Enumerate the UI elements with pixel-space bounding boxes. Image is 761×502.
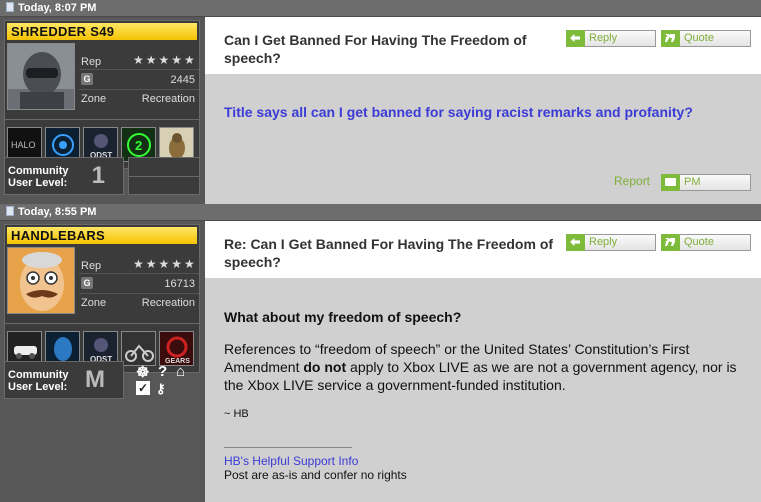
post-date: Today, 8:07 PM xyxy=(18,2,97,14)
pm-button[interactable]: PM xyxy=(661,174,751,191)
rep-stars: ★★★★★ xyxy=(133,53,197,67)
quote-button[interactable]: Quote xyxy=(661,30,751,47)
svg-text:HALO: HALO xyxy=(11,140,36,150)
gamertag[interactable]: SHREDDER S49 xyxy=(7,23,197,40)
community-level: M xyxy=(85,366,105,393)
gamerscore: 16713 xyxy=(164,278,195,290)
divider xyxy=(79,89,199,90)
post-content: Re: Can I Get Banned For Having The Free… xyxy=(205,221,761,502)
rep-label: Rep xyxy=(81,260,102,272)
rep-label: Rep xyxy=(81,56,102,68)
zone-label: Zone xyxy=(81,297,107,309)
gamerscore: 2445 xyxy=(170,74,195,86)
report-link[interactable]: Report xyxy=(614,174,650,188)
post-icon xyxy=(6,2,14,12)
post-signoff: ~ HB xyxy=(224,408,249,420)
reply-button[interactable]: Reply xyxy=(566,234,656,251)
pm-icon xyxy=(661,174,680,191)
user-sidebar: SHREDDER S49 Rep ★★★★★ G 2445 Zone Recre… xyxy=(0,17,205,204)
motocross-icon[interactable] xyxy=(121,330,156,366)
community-label: Community User Level: xyxy=(8,369,69,393)
laurel-icon: ☸ xyxy=(136,364,150,381)
post-title: Re: Can I Get Banned For Having The Free… xyxy=(224,236,554,270)
badges-box: ☸ ? ⌂ ✓ ⚷ xyxy=(128,363,200,401)
quote-button[interactable]: Quote xyxy=(661,234,751,251)
divider xyxy=(79,293,199,294)
community-label: Community User Level: xyxy=(8,165,69,189)
community-level-box: Community User Level: M xyxy=(4,361,124,399)
checkbox-icon: ✓ xyxy=(136,381,150,395)
community-level-box: Community User Level: 1 xyxy=(4,157,124,195)
badges-box xyxy=(128,157,200,195)
signature-link[interactable]: HB's Helpful Support Info xyxy=(224,454,358,468)
forum-post: Today, 8:55 PM HANDLEBARS Rep ★★★★★ G 16… xyxy=(0,204,761,502)
gamerscore-icon: G xyxy=(81,73,93,85)
post-date: Today, 8:55 PM xyxy=(18,206,97,218)
avatar[interactable] xyxy=(7,247,75,314)
zone-label: Zone xyxy=(81,93,107,105)
institution-icon: ⌂ xyxy=(176,363,186,380)
quote-icon xyxy=(661,234,680,251)
post-title-bar: Can I Get Banned For Having The Freedom … xyxy=(205,17,761,74)
gamerscore-icon: G xyxy=(81,277,93,289)
user-sidebar: HANDLEBARS Rep ★★★★★ G 16713 Zone Recrea… xyxy=(0,221,205,502)
post-title: Can I Get Banned For Having The Freedom … xyxy=(224,32,527,66)
zone-value: Recreation xyxy=(141,297,195,309)
signature-divider xyxy=(224,447,352,448)
post-date-bar: Today, 8:07 PM xyxy=(0,0,761,17)
gears-of-war-icon[interactable]: GEARS xyxy=(159,330,194,366)
signature-text: Post are as-is and confer no rights xyxy=(224,468,407,482)
post-body: Title says all can I get banned for sayi… xyxy=(224,104,693,120)
reply-icon xyxy=(566,30,585,47)
reply-icon xyxy=(566,234,585,251)
avatar[interactable] xyxy=(7,43,75,110)
question-icon: ? xyxy=(158,363,168,380)
quote-icon xyxy=(661,30,680,47)
divider xyxy=(79,69,199,70)
gamercard[interactable]: HANDLEBARS Rep ★★★★★ G 16713 Zone Recrea… xyxy=(4,224,200,331)
reply-button[interactable]: Reply xyxy=(566,30,656,47)
post-icon xyxy=(6,206,14,216)
post-title-bar: Re: Can I Get Banned For Having The Free… xyxy=(205,221,761,278)
forum-post: Today, 8:07 PM SHREDDER S49 Rep ★★★★★ G … xyxy=(0,0,761,204)
key-icon: ⚷ xyxy=(156,381,166,396)
post-heading: What about my freedom of speech? xyxy=(224,309,462,325)
post-content: Can I Get Banned For Having The Freedom … xyxy=(205,17,761,204)
community-level: 1 xyxy=(91,162,105,189)
zone-value: Recreation xyxy=(141,93,195,105)
gamertag[interactable]: HANDLEBARS xyxy=(7,227,197,244)
post-date-bar: Today, 8:55 PM xyxy=(0,204,761,221)
rep-stars: ★★★★★ xyxy=(133,257,197,271)
post-body: References to “freedom of speech” or the… xyxy=(224,341,737,393)
divider xyxy=(79,273,199,274)
svg-text:2: 2 xyxy=(135,138,142,153)
gamercard[interactable]: SHREDDER S49 Rep ★★★★★ G 2445 Zone Recre… xyxy=(4,20,200,127)
